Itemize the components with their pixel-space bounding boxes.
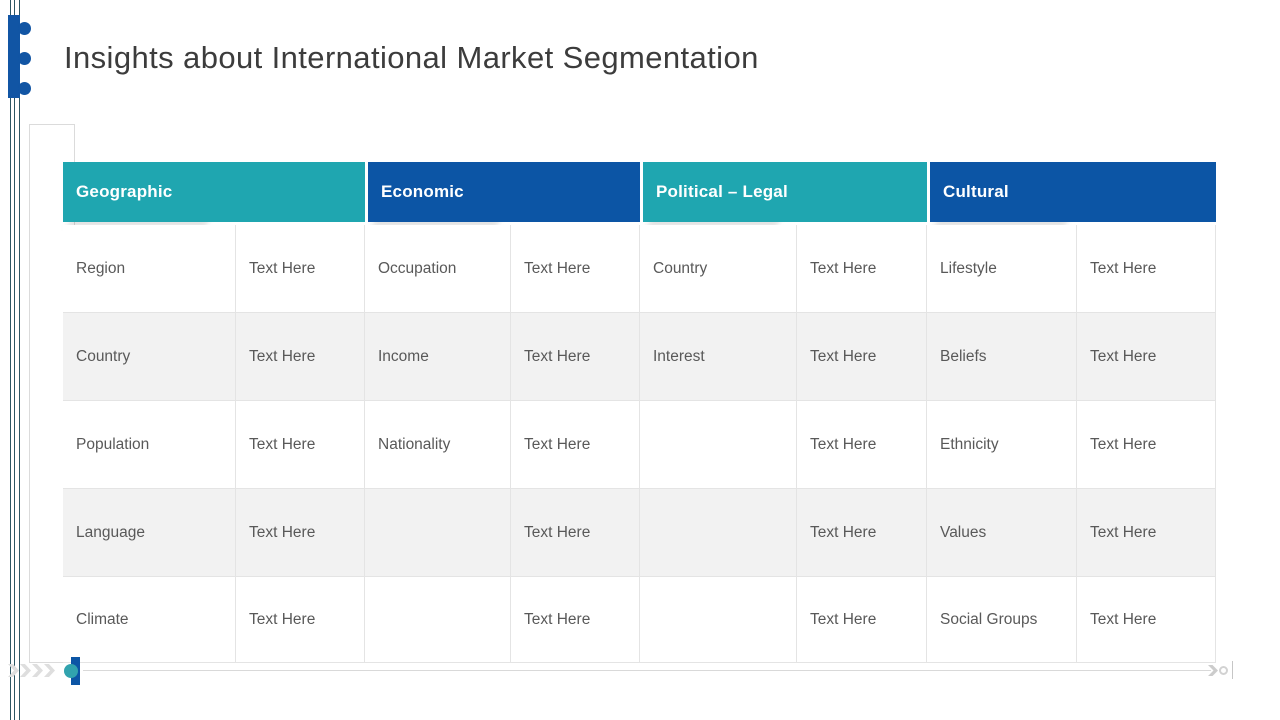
segmentation-table: Geographic Economic Political – Legal Cu…	[63, 162, 1216, 663]
table-cell: Text Here	[797, 489, 927, 577]
line-end-tick	[1232, 661, 1233, 679]
column-header-economic: Economic	[365, 162, 640, 222]
table-cell: Text Here	[797, 225, 927, 313]
table-cell: Text Here	[1077, 577, 1216, 663]
table-cell: Text Here	[511, 225, 640, 313]
table-cell: Text Here	[511, 401, 640, 489]
table-cell: Income	[365, 313, 511, 401]
table-cell: Text Here	[236, 577, 365, 663]
table-cell	[365, 577, 511, 663]
table-cell: Text Here	[1077, 489, 1216, 577]
table-cell: Text Here	[797, 577, 927, 663]
column-header-cultural: Cultural	[927, 162, 1216, 222]
table-cell: Country	[63, 313, 236, 401]
line-end-circle-icon	[1219, 666, 1228, 675]
accent-dot-icon	[18, 52, 31, 65]
table-cell: Text Here	[797, 401, 927, 489]
column-header-geographic: Geographic	[63, 162, 365, 222]
table-cell: Text Here	[236, 401, 365, 489]
table-cell: Text Here	[511, 489, 640, 577]
table-cell: Text Here	[1077, 313, 1216, 401]
table-cell: Country	[640, 225, 797, 313]
table-cell: Climate	[63, 577, 236, 663]
table-cell: Text Here	[1077, 225, 1216, 313]
left-accent-line	[19, 0, 20, 720]
chevron-right-icon	[20, 664, 31, 677]
table-cell: Occupation	[365, 225, 511, 313]
table-cell: Text Here	[511, 577, 640, 663]
table-cell: Region	[63, 225, 236, 313]
table-cell: Population	[63, 401, 236, 489]
left-accent-line	[14, 0, 15, 720]
table-cell: Nationality	[365, 401, 511, 489]
table-cell: Ethnicity	[927, 401, 1077, 489]
table-cell: Interest	[640, 313, 797, 401]
footer-teal-dot-icon	[64, 664, 78, 678]
table-cell	[365, 489, 511, 577]
table-cell: Text Here	[236, 225, 365, 313]
table-cell: Lifestyle	[927, 225, 1077, 313]
chevron-right-icon	[44, 664, 55, 677]
table-cell: Social Groups	[927, 577, 1077, 663]
accent-dot-icon	[18, 82, 31, 95]
slide-title: Insights about International Market Segm…	[64, 40, 759, 76]
table-cell	[640, 401, 797, 489]
chevron-right-icon	[32, 664, 43, 677]
table-cell	[640, 577, 797, 663]
accent-dot-icon	[18, 22, 31, 35]
column-header-political-legal: Political – Legal	[640, 162, 927, 222]
table-cell: Values	[927, 489, 1077, 577]
table-cell: Text Here	[1077, 401, 1216, 489]
presentation-slide: Insights about International Market Segm…	[0, 0, 1280, 720]
left-accent-line	[10, 0, 11, 720]
table-body: Region Text Here Occupation Text Here Co…	[63, 225, 1216, 663]
table-cell: Language	[63, 489, 236, 577]
table-cell: Text Here	[511, 313, 640, 401]
footer-divider-line	[83, 670, 1211, 671]
table-cell: Text Here	[236, 489, 365, 577]
table-cell: Text Here	[236, 313, 365, 401]
table-cell	[640, 489, 797, 577]
table-cell: Text Here	[797, 313, 927, 401]
table-header-row: Geographic Economic Political – Legal Cu…	[63, 162, 1216, 222]
table-cell: Beliefs	[927, 313, 1077, 401]
